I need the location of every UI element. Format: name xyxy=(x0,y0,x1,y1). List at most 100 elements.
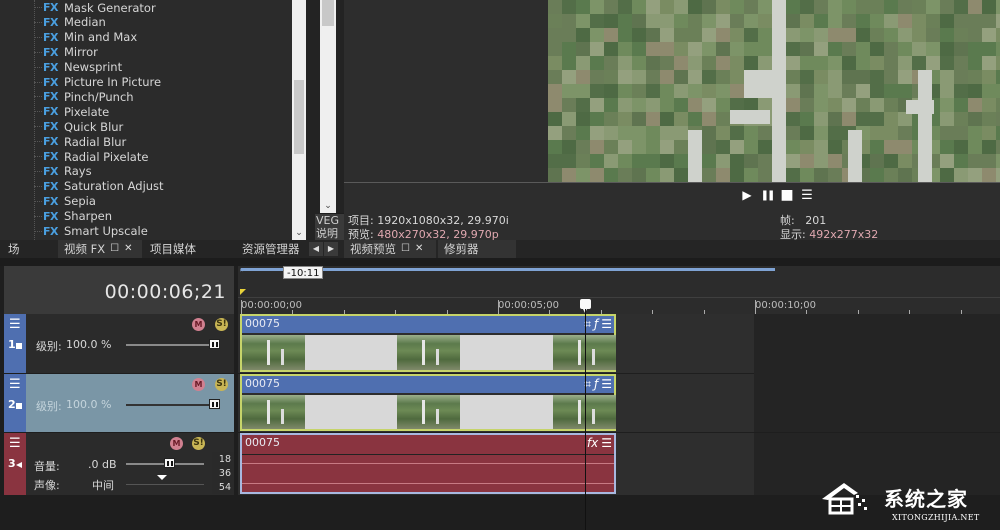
fx-icon[interactable]: ƒ xyxy=(594,376,598,392)
clip-header[interactable]: 00075 ⌗ ƒ ☰ xyxy=(242,376,614,393)
pixelated-preview-image xyxy=(548,0,1000,182)
fx-icon[interactable]: fx xyxy=(587,435,598,451)
fx-list-item[interactable]: FX Quick Blur xyxy=(34,119,123,134)
video-clip-track-2[interactable]: 00075 ⌗ ƒ ☰ xyxy=(240,374,616,431)
track-menu-icon[interactable]: ☰ xyxy=(9,318,21,331)
fx-list-item[interactable]: FX Mirror xyxy=(34,45,98,60)
mute-button[interactable]: M xyxy=(192,378,205,391)
tab-explorer[interactable]: 资源管理器 xyxy=(236,240,306,258)
tab-partial[interactable]: 场 xyxy=(2,240,26,258)
ruler-tick xyxy=(241,300,242,314)
solo-button[interactable]: S! xyxy=(215,378,228,391)
playhead-handle[interactable] xyxy=(580,299,591,313)
description-scrollbar[interactable]: ⌄ xyxy=(320,0,336,213)
level-label: 级别: xyxy=(36,400,62,413)
mute-button[interactable]: M xyxy=(170,437,183,450)
splitter[interactable] xyxy=(0,258,1000,266)
maximize-icon[interactable]: ☐ xyxy=(401,240,410,258)
audio-clip-track-3[interactable]: 00075 fx ☰ xyxy=(240,433,616,494)
pause-button[interactable]: ❚❚ xyxy=(760,188,776,202)
video-clip-track-1[interactable]: 00075 ⌗ ƒ ☰ xyxy=(240,314,616,372)
volume-label: 音量: xyxy=(34,460,60,473)
solo-button[interactable]: S! xyxy=(192,437,205,450)
stop-button[interactable]: ■ xyxy=(780,187,794,203)
clip-menu-icon[interactable]: ☰ xyxy=(601,435,612,451)
tree-connector xyxy=(34,170,42,172)
scroll-down-arrow[interactable]: ⌄ xyxy=(320,201,336,211)
track-menu-icon[interactable]: ☰ xyxy=(9,378,21,391)
fx-list-item[interactable]: FX Smart Upscale xyxy=(34,224,148,239)
insertion-marker-icon[interactable] xyxy=(240,289,246,295)
fx-list-item[interactable]: FX Radial Blur xyxy=(34,134,126,149)
pan-slider[interactable] xyxy=(126,484,204,485)
video-fx-list: FX Mask Generator FX Median FX Min and Max FX M… xyxy=(0,0,292,240)
preview-frame xyxy=(548,0,1000,182)
track-color-bar[interactable]: ☰ 1 xyxy=(4,314,26,373)
level-slider[interactable] xyxy=(126,404,218,406)
level-slider[interactable] xyxy=(126,344,218,346)
fx-item-label: Pinch/Punch xyxy=(64,89,134,104)
tree-connector xyxy=(34,215,42,217)
play-button[interactable]: ▶ xyxy=(740,188,754,202)
fx-plugin-icon: FX xyxy=(43,1,59,14)
fx-list-item[interactable]: FX Saturation Adjust xyxy=(34,179,164,194)
track-color-bar[interactable]: ☰ 2 xyxy=(4,374,26,432)
preview-menu-button[interactable]: ☰ xyxy=(800,187,814,203)
tree-connector xyxy=(34,126,42,128)
maximize-icon[interactable]: ☐ xyxy=(110,240,119,258)
fx-item-label: Radial Pixelate xyxy=(64,149,149,164)
level-slider-thumb[interactable] xyxy=(209,399,220,409)
clip-menu-icon[interactable]: ☰ xyxy=(601,316,612,332)
solo-button[interactable]: S! xyxy=(215,318,228,331)
clip-menu-icon[interactable]: ☰ xyxy=(601,376,612,392)
fx-list-item[interactable]: FX Newsprint xyxy=(34,60,122,75)
volume-value: .0 dB xyxy=(88,458,117,471)
fx-list-scrollbar[interactable]: ⌄ xyxy=(292,0,306,240)
db-tick: 36 xyxy=(218,468,231,479)
fx-list-item[interactable]: FX Radial Pixelate xyxy=(34,149,148,164)
track-color-bar[interactable]: ☰ 3 xyxy=(4,433,26,495)
scroll-down-arrow[interactable]: ⌄ xyxy=(292,228,306,238)
clip-header[interactable]: 00075 ⌗ ƒ ☰ xyxy=(242,316,614,333)
level-slider-thumb[interactable] xyxy=(209,339,220,349)
fx-icon[interactable]: ƒ xyxy=(594,316,598,332)
close-icon[interactable]: ✕ xyxy=(124,240,132,258)
scrollbar-thumb[interactable] xyxy=(294,80,304,154)
pan-slider-thumb[interactable] xyxy=(157,475,167,480)
tab-project-media[interactable]: 项目媒体 xyxy=(144,240,202,258)
fx-list-item[interactable]: FX Sharpen xyxy=(34,209,112,224)
tab-trimmer[interactable]: 修剪器 xyxy=(438,240,516,258)
mute-button[interactable]: M xyxy=(192,318,205,331)
waveform-line xyxy=(242,483,614,484)
fx-plugin-icon: FX xyxy=(43,45,59,59)
tab-scroll-left-button[interactable]: ◀ xyxy=(309,242,323,256)
scrollbar-thumb[interactable] xyxy=(322,0,334,26)
tab-video-fx[interactable]: 视频 FX ☐ ✕ xyxy=(58,240,142,258)
tab-label: 修剪器 xyxy=(444,242,479,256)
timeline-ruler[interactable] xyxy=(238,266,1000,314)
clip-header[interactable]: 00075 fx ☰ xyxy=(242,435,614,452)
tab-label: 资源管理器 xyxy=(242,242,300,256)
volume-envelope[interactable] xyxy=(242,454,614,455)
tab-label: 视频预览 xyxy=(350,242,396,256)
tab-scroll-right-button[interactable]: ▶ xyxy=(324,242,338,256)
close-icon[interactable]: ✕ xyxy=(415,240,423,258)
playhead-line[interactable] xyxy=(585,309,586,530)
tab-video-preview[interactable]: 视频预览 ☐ ✕ xyxy=(344,240,436,258)
track-header-2[interactable]: ☰ 2 M S! 级别: 100.0 % xyxy=(4,374,234,432)
fx-list-item[interactable]: FX Min and Max xyxy=(34,30,137,45)
fx-list-item[interactable]: FX Sepia xyxy=(34,194,96,209)
menu-icon: ☰ xyxy=(801,187,813,203)
fx-list-item[interactable]: FX Rays xyxy=(34,164,92,179)
fx-list-item[interactable]: FX Picture In Picture xyxy=(34,75,161,90)
loop-start-handle-icon[interactable]: ⇤ xyxy=(240,266,246,274)
track-menu-icon[interactable]: ☰ xyxy=(9,437,21,450)
fx-item-label: Saturation Adjust xyxy=(64,179,164,194)
track-header-1[interactable]: ☰ 1 M S! 级别: 100.0 % xyxy=(4,314,234,373)
fx-list-item[interactable]: FX Median xyxy=(34,15,106,30)
fx-list-item[interactable]: FX Mask Generator xyxy=(34,0,156,15)
fx-list-item[interactable]: FX Pixelate xyxy=(34,104,109,119)
fx-list-item[interactable]: FX Pinch/Punch xyxy=(34,89,134,104)
volume-slider-thumb[interactable] xyxy=(164,458,175,468)
track-header-3[interactable]: ☰ 3 M S! 音量: .0 dB 声像: 中间 xyxy=(4,433,234,495)
